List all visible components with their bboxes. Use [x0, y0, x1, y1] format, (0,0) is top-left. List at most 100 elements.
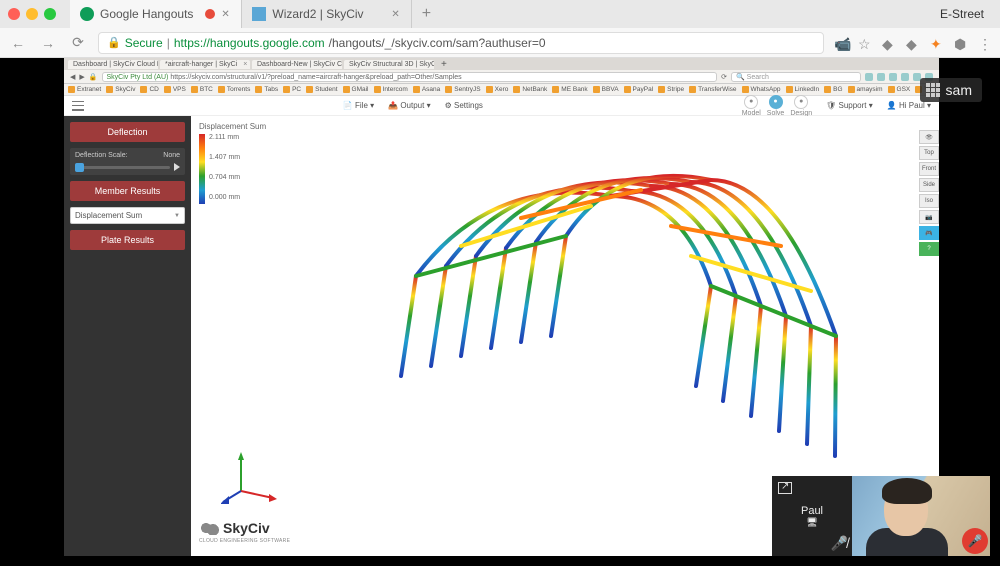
inner-reload-icon[interactable]: ⟳ [721, 73, 727, 81]
bookmark-item[interactable]: WhatsApp [742, 86, 781, 93]
skyciv-logo: SkyCiv [199, 520, 270, 536]
inner-address-bar[interactable]: SkyCiv Pty Ltd (AU) https://skyciv.com/s… [102, 72, 718, 82]
bookmark-item[interactable]: PayPal [624, 86, 654, 93]
axis-triad-icon [221, 446, 281, 506]
bookmark-item[interactable]: Xero [486, 86, 509, 93]
inner-search[interactable]: 🔍 Search [731, 72, 861, 82]
camera-icon[interactable]: 📹 [834, 36, 848, 50]
inner-tab[interactable]: Dashboard-New | SkyCiv Ci× [252, 60, 342, 69]
mode-solve[interactable]: ●Solve [767, 95, 785, 117]
bookmark-item[interactable]: BG [824, 86, 842, 93]
close-window-icon[interactable] [8, 8, 20, 20]
deflection-slider[interactable] [75, 166, 170, 169]
maximize-window-icon[interactable] [44, 8, 56, 20]
bookmark-item[interactable]: VPS [164, 86, 186, 93]
output-menu[interactable]: 📤 Output ▾ [388, 101, 430, 110]
settings-menu[interactable]: ⚙ Settings [445, 101, 483, 110]
user-menu[interactable]: 👤 Hi Paul ▾ [887, 101, 931, 110]
new-tab-button[interactable]: + [412, 0, 440, 28]
bookmark-item[interactable]: BTC [191, 86, 213, 93]
bookmark-item[interactable]: CD [140, 86, 158, 93]
bookmark-item[interactable]: SentryJS [445, 86, 480, 93]
play-animation-icon[interactable] [174, 163, 180, 171]
back-button[interactable]: ← [8, 33, 28, 53]
bookmark-item[interactable]: Stripe [658, 86, 684, 93]
close-tab-icon[interactable]: ✕ [391, 9, 401, 19]
forward-button[interactable]: → [38, 33, 58, 53]
profile-label[interactable]: E-Street [940, 7, 992, 21]
support-menu[interactable]: 🛡 Support ▾ [826, 101, 873, 110]
plate-results-button[interactable]: Plate Results [70, 230, 185, 250]
deflection-controls: Deflection Scale: None [70, 148, 185, 175]
bookmark-item[interactable]: Extranet [68, 86, 101, 93]
camera-thumbnail[interactable]: 🎤 [852, 476, 990, 556]
ext-icon[interactable] [889, 73, 897, 81]
extension-icon[interactable]: ◆ [882, 36, 896, 50]
member-results-button[interactable]: Member Results [70, 181, 185, 201]
reload-button[interactable]: ⟳ [68, 33, 88, 53]
bookmark-item[interactable]: SkyCiv [106, 86, 135, 93]
mode-model[interactable]: ●Model [742, 95, 761, 117]
bookmark-item[interactable]: GMail [343, 86, 369, 93]
star-icon[interactable]: ☆ [858, 36, 872, 50]
extension-icon[interactable]: ◆ [906, 36, 920, 50]
view-front-button[interactable]: Front [919, 162, 939, 176]
bookmark-item[interactable]: GSX [888, 86, 911, 93]
controls-button[interactable]: 🎮 [919, 226, 939, 240]
address-bar[interactable]: 🔒 Secure | https://hangouts.google.com/h… [98, 32, 824, 54]
view-top-button[interactable]: Top [919, 146, 939, 160]
mic-muted-icon: 🎤̸ [831, 535, 848, 552]
hamburger-icon[interactable] [72, 101, 84, 111]
ext-icon[interactable] [901, 73, 909, 81]
inner-fwd-icon[interactable]: ▶ [79, 73, 84, 81]
bookmark-item[interactable]: NetBank [513, 86, 547, 93]
close-tab-icon[interactable]: ✕ [221, 9, 231, 19]
window-controls[interactable] [8, 8, 56, 20]
participant-badge[interactable]: sam [920, 78, 982, 102]
menu-icon[interactable]: ⋮ [978, 36, 992, 50]
inner-new-tab[interactable]: + [436, 58, 452, 71]
file-menu[interactable]: 📄 File ▾ [343, 101, 374, 110]
help-button[interactable]: ? [919, 242, 939, 256]
skyciv-favicon-icon [252, 7, 266, 21]
view-side-button[interactable]: Side [919, 178, 939, 192]
browser-tab-skyciv[interactable]: Wizard2 | SkyCiv ✕ [242, 0, 412, 28]
bookmark-item[interactable]: LinkedIn [786, 86, 820, 93]
inner-lock-icon: 🔒 [89, 73, 98, 81]
minimize-window-icon[interactable] [26, 8, 38, 20]
bookmark-item[interactable]: Asana [413, 86, 440, 93]
bookmark-item[interactable]: ME Bank [552, 86, 587, 93]
legend-title: Displacement Sum [199, 122, 266, 131]
view-iso-button[interactable]: Iso [919, 194, 939, 208]
result-type-select[interactable]: Displacement Sum▼ [70, 207, 185, 224]
inner-back-icon[interactable]: ◀ [70, 73, 75, 81]
extension-icon[interactable]: ⬢ [954, 36, 968, 50]
self-view-thumbnail[interactable]: Paul 🖥 🎤̸ [772, 476, 852, 556]
inner-tab[interactable]: *aircraft-hanger | SkyCi× [160, 60, 250, 69]
bookmark-item[interactable]: TransferWise [689, 86, 736, 93]
tab-title: Google Hangouts [100, 7, 193, 21]
ext-icon[interactable] [865, 73, 873, 81]
inner-tab[interactable]: SkyCiv Structural 3D | SkyC× [344, 60, 434, 69]
inner-tab[interactable]: Dashboard | SkyCiv Cloud E× [68, 60, 158, 69]
extension-icon[interactable]: ✦ [930, 36, 944, 50]
ext-icon[interactable] [877, 73, 885, 81]
visibility-button[interactable]: 👁 [919, 130, 939, 144]
screenshare-icon [778, 482, 792, 494]
bookmark-item[interactable]: PC [283, 86, 301, 93]
self-name: Paul [801, 505, 823, 517]
bookmark-item[interactable]: Torrents [218, 86, 250, 93]
bookmark-item[interactable]: amaysim [848, 86, 883, 93]
bookmark-item[interactable]: Intercom [374, 86, 408, 93]
participant-name: sam [946, 82, 972, 98]
bookmark-item[interactable]: Student [306, 86, 337, 93]
bookmark-item[interactable]: Tabs [255, 86, 278, 93]
bookmark-item[interactable]: BBVA [593, 86, 619, 93]
screenshot-button[interactable]: 📷 [919, 210, 939, 224]
deflection-button[interactable]: Deflection [70, 122, 185, 142]
mute-mic-button[interactable]: 🎤 [962, 528, 988, 554]
colorbar [199, 134, 205, 204]
inner-tab-strip: Dashboard | SkyCiv Cloud E× *aircraft-ha… [64, 58, 939, 70]
browser-tab-hangouts[interactable]: Google Hangouts ✕ [70, 0, 242, 28]
mode-design[interactable]: ●Design [790, 95, 812, 117]
